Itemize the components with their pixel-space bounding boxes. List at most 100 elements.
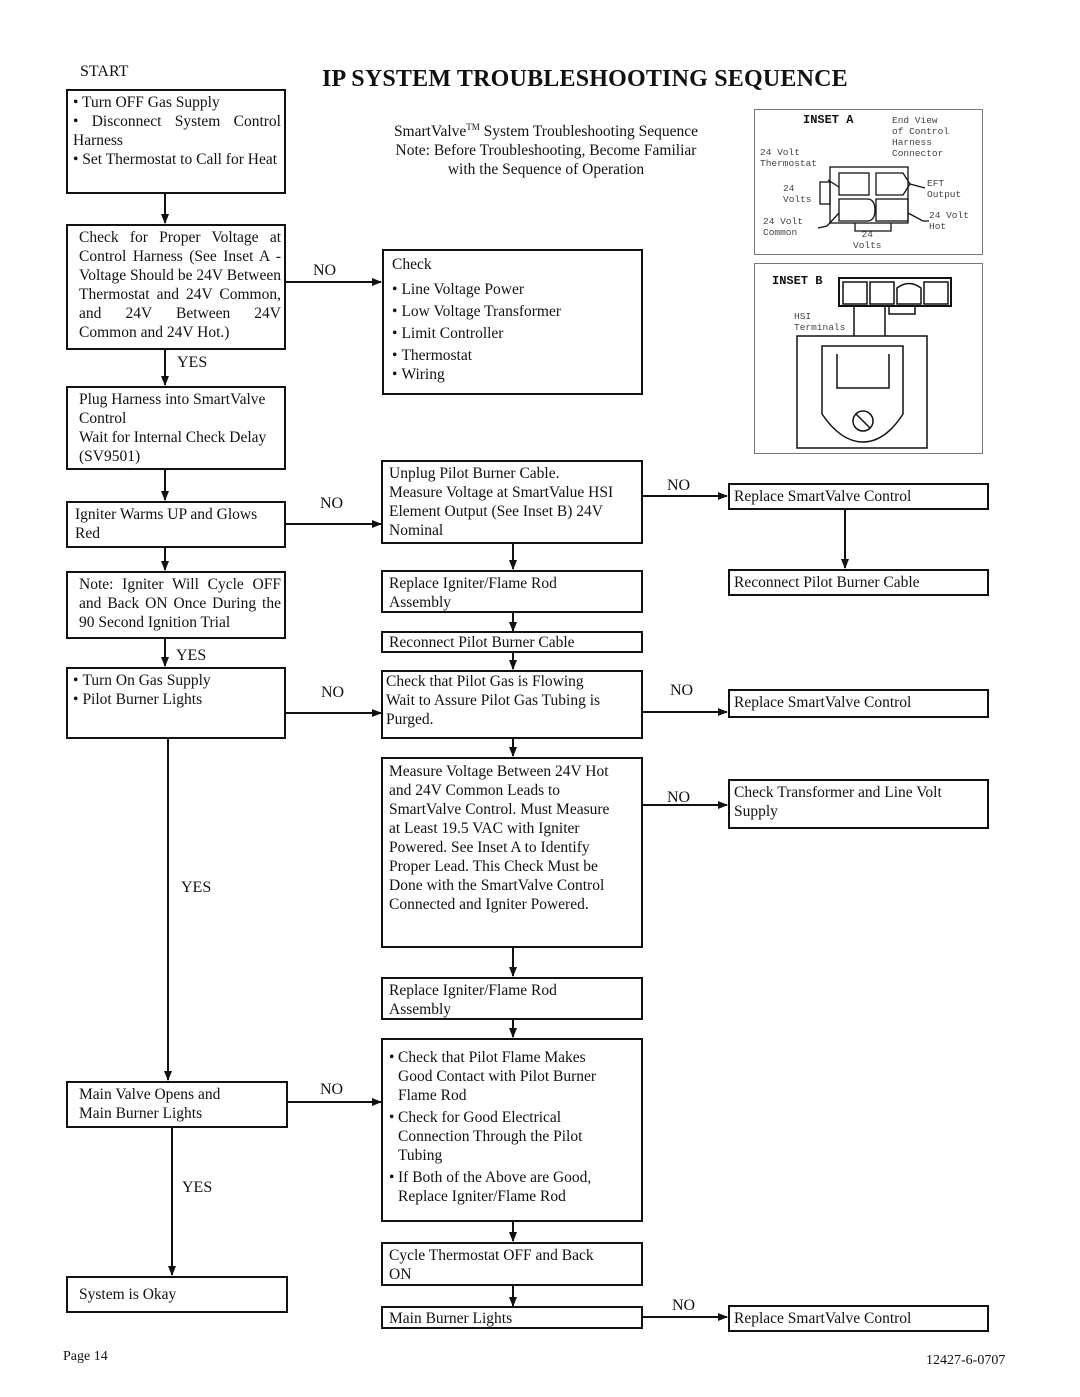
reconnect-cable-box-right: Reconnect Pilot Burner Cable: [728, 569, 989, 596]
main-burner-lights-text: Main Burner Lights: [389, 1310, 513, 1327]
flame-check-line: Flame Rod: [398, 1087, 467, 1104]
cycle-thermostat-box: Cycle Thermostat OFF and Back ON: [381, 1242, 643, 1286]
flame-check-line: Replace Igniter/Flame Rod: [398, 1188, 566, 1205]
measure-voltage-box: Measure Voltage Between 24V Hot and 24V …: [381, 757, 643, 948]
replace-igniter-text: Assembly: [389, 594, 451, 611]
trademark: TM: [466, 122, 480, 132]
flame-check-item: • Check for Good Electrical Connection T…: [389, 1108, 638, 1165]
subtitle: SmartValveTM System Troubleshooting Sequ…: [370, 118, 722, 179]
reconnect-cable-text: Reconnect Pilot Burner Cable: [734, 574, 920, 591]
voltage-check-text: Check for Proper Voltage at Control Harn…: [79, 229, 281, 341]
unplug-box: Unplug Pilot Burner Cable. Measure Volta…: [381, 460, 643, 544]
flame-check-item: • If Both of the Above are Good, Replace…: [389, 1168, 638, 1206]
measure-text: Connected and Igniter Powered.: [389, 896, 589, 913]
page-title: IP SYSTEM TROUBLESHOOTING SEQUENCE: [322, 66, 848, 92]
plug-harness-box: Plug Harness into SmartValve Control Wai…: [66, 386, 286, 470]
unplug-text: Measure Voltage at SmartValue HSI: [389, 484, 614, 501]
subtitle-line2: Note: Before Troubleshooting, Become Fam…: [395, 142, 697, 160]
replace-control-box-3: Replace SmartValve Control: [728, 1305, 989, 1332]
flame-check-item: • Check that Pilot Flame Makes Good Cont…: [389, 1048, 638, 1105]
replace-control-text: Replace SmartValve Control: [734, 488, 912, 505]
pin-thermostat: [838, 172, 870, 196]
check-title: Check: [392, 256, 432, 273]
replace-igniter-text: Replace Igniter/Flame Rod: [389, 575, 557, 592]
yes-label-voltage: YES: [177, 354, 208, 371]
replace-igniter-box-1: Replace Igniter/Flame Rod Assembly: [381, 570, 643, 613]
flame-check-line: Check that Pilot Flame Makes: [398, 1049, 586, 1066]
cycle-text: Cycle Thermostat OFF and Back: [389, 1247, 594, 1264]
check-delay-text: Wait for Internal Check Delay (SV9501): [79, 429, 267, 465]
yes-label-gas: YES: [181, 879, 212, 896]
subtitle-line3: with the Sequence of Operation: [447, 161, 645, 179]
replace-control-text: Replace SmartValve Control: [734, 694, 912, 711]
page-number: Page 14: [63, 1349, 108, 1364]
pilot-gas-box: Check that Pilot Gas is Flowing Wait to …: [381, 670, 643, 739]
connector-diagram: [817, 166, 929, 232]
igniter-note-box: Note: Igniter Will Cycle OFF and Back ON…: [66, 571, 286, 639]
check-item: Wiring: [392, 365, 638, 384]
pilot-gas-text: Purged.: [386, 711, 434, 728]
check-transformer-text: Check Transformer and Line Volt: [734, 784, 942, 801]
igniter-note-text: Note: Igniter Will Cycle OFF and Back ON…: [79, 576, 281, 631]
start-label: START: [80, 63, 129, 80]
main-burner-text: Main Burner Lights: [79, 1105, 203, 1122]
no-label-voltage: NO: [313, 262, 337, 279]
pilot-lights-item: Pilot Burner Lights: [73, 690, 281, 709]
unplug-text: Nominal: [389, 522, 444, 539]
replace-control-text: Replace SmartValve Control: [734, 1310, 912, 1327]
main-valve-text: Main Valve Opens and: [79, 1086, 221, 1103]
flame-check-line: Good Contact with Pilot Burner: [398, 1068, 597, 1085]
system-okay-box: System is Okay: [66, 1276, 288, 1313]
check-power-box: Check Line Voltage Power Low Voltage Tra…: [382, 249, 643, 395]
plug-harness-text: Plug Harness into SmartValve Control: [79, 391, 266, 427]
measure-text: at Least 19.5 VAC with Igniter: [389, 820, 580, 837]
check-item: Thermostat: [392, 346, 638, 365]
pilot-gas-text: Wait to Assure Pilot Gas Tubing is: [386, 692, 601, 709]
no-label-igniter: NO: [320, 495, 344, 512]
unplug-text: Unplug Pilot Burner Cable.: [389, 465, 560, 482]
voltage-check-box: Check for Proper Voltage at Control Harn…: [66, 224, 286, 350]
measure-text: Measure Voltage Between 24V Hot: [389, 763, 609, 780]
inset-b: INSET B HSI Terminals: [754, 263, 983, 454]
measure-text: Proper Lead. This Check Must be: [389, 858, 598, 875]
subtitle-line1: System Troubleshooting Sequence: [479, 123, 699, 141]
main-burner-lights-box: Main Burner Lights: [381, 1306, 643, 1329]
document-number: 12427-6-0707: [926, 1353, 1006, 1368]
flame-check-line: Check for Good Electrical: [398, 1109, 562, 1126]
igniter-warms-box: Igniter Warms UP and Glows Red: [66, 501, 286, 548]
flame-check-line: Tubing: [398, 1147, 443, 1164]
measure-text: Powered. See Inset A to Identify: [389, 839, 590, 856]
system-okay-text: System is Okay: [79, 1286, 177, 1303]
start-step: • Disconnect System Control Harness: [73, 113, 281, 149]
check-transformer-text: Supply: [734, 803, 778, 820]
no-label-mainvalve: NO: [320, 1081, 344, 1098]
check-item: Low Voltage Transformer: [392, 302, 638, 321]
replace-igniter-text: Assembly: [389, 1001, 451, 1018]
unplug-text: Element Output (See Inset B) 24V: [389, 503, 603, 520]
igniter-warms-text: Igniter Warms UP and Glows Red: [75, 506, 258, 542]
flame-check-line: Connection Through the Pilot: [398, 1128, 583, 1145]
start-box: • Turn OFF Gas Supply • Disconnect Syste…: [66, 89, 286, 194]
no-label-unplug: NO: [667, 477, 691, 494]
yes-label-note: YES: [176, 647, 207, 664]
subtitle-brand: SmartValve: [393, 123, 467, 141]
measure-text: SmartValve Control. Must Measure: [389, 801, 610, 818]
control-face: [821, 345, 904, 443]
replace-control-box-2: Replace SmartValve Control: [728, 689, 989, 718]
replace-igniter-text: Replace Igniter/Flame Rod: [389, 982, 557, 999]
start-step: • Turn OFF Gas Supply: [73, 94, 220, 111]
measure-text: and 24V Common Leads to: [389, 782, 561, 799]
check-item: Limit Controller: [392, 324, 638, 343]
pin-eft: [875, 172, 911, 196]
reconnect-cable-box: Reconnect Pilot Burner Cable: [381, 631, 643, 653]
yes-label-mainvalve: YES: [182, 1179, 213, 1196]
flame-check-line: If Both of the Above are Good,: [398, 1169, 592, 1186]
pilot-gas-text: Check that Pilot Gas is Flowing: [386, 673, 584, 690]
start-step: • Set Thermostat to Call for Heat: [73, 151, 278, 168]
no-label-pilotgas: NO: [670, 682, 694, 699]
replace-igniter-box-2: Replace Igniter/Flame Rod Assembly: [381, 977, 643, 1020]
pin-hot: [875, 198, 909, 222]
control-diagram: [796, 277, 952, 449]
main-valve-box: Main Valve Opens and Main Burner Lights: [66, 1081, 288, 1128]
replace-control-box-1: Replace SmartValve Control: [728, 483, 989, 510]
